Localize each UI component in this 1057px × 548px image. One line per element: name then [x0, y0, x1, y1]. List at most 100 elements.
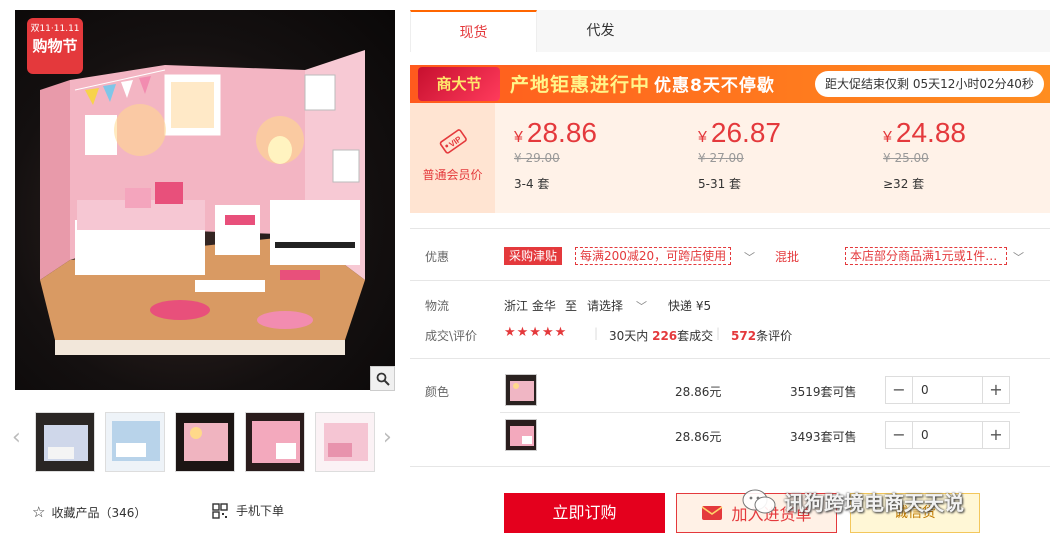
tier-original-price: ¥ 29.00: [514, 151, 560, 165]
deals-label: 成交\评价: [425, 329, 478, 343]
zoom-button[interactable]: [370, 366, 395, 391]
favorite-product[interactable]: ☆ 收藏产品（346）: [32, 503, 146, 521]
store-discount-coupon[interactable]: 本店部分商品满1元或1件…: [845, 247, 1007, 265]
tier-original-price: ¥ 25.00: [883, 151, 929, 165]
review-count[interactable]: 572条评价: [731, 327, 792, 344]
express-fee: 快递 ¥5: [668, 299, 712, 313]
tier-price: 28.86: [526, 117, 597, 148]
increment-button[interactable]: +: [983, 422, 1009, 448]
tier-original-price: ¥ 27.00: [698, 151, 744, 165]
sales-prefix: 30天内: [609, 329, 649, 343]
sku-price: 28.86元: [675, 430, 722, 444]
badge-top-text: 双11·11.11: [30, 24, 80, 34]
thumbnail-image: [36, 413, 94, 471]
supply-tabs: 现货 代发: [410, 10, 1050, 52]
reviews-number: 572: [731, 329, 757, 343]
purchase-subsidy-tag[interactable]: 采购津贴: [504, 247, 563, 265]
tier-quantity: 3-4 套: [514, 177, 550, 191]
reviews-suffix: 条评价: [756, 329, 793, 343]
magnifier-icon: [376, 372, 390, 386]
chevron-down-icon[interactable]: ﹀: [636, 298, 647, 314]
thumbnail-4[interactable]: [245, 412, 305, 472]
monthly-sales: 30天内 226套成交: [609, 327, 713, 344]
thumbnail-1[interactable]: [35, 412, 95, 472]
thumbnail-5[interactable]: [315, 412, 375, 472]
sales-count: 226: [652, 329, 678, 343]
divider: [410, 466, 1050, 467]
thumbnail-image: [106, 413, 164, 471]
decrement-button[interactable]: −: [886, 377, 912, 403]
quantity-stepper[interactable]: − 0 +: [885, 421, 1010, 449]
promo-headline: 产地钜惠进行中 优惠8天不停歇: [510, 70, 775, 97]
currency-symbol: ¥: [883, 129, 892, 146]
divider: [500, 412, 1020, 413]
thumbnail-image: [316, 413, 374, 471]
decrement-button[interactable]: −: [886, 422, 912, 448]
promo-headline-text: 产地钜惠进行中: [510, 74, 651, 96]
price-tier-3: ¥24.88 ¥ 25.00 ≥32 套: [883, 117, 966, 192]
logistics-label: 物流: [425, 299, 450, 313]
thumbnail-2[interactable]: [105, 412, 165, 472]
sku-image: [506, 420, 536, 450]
promo-banner: 商大节 产地钜惠进行中 优惠8天不停歇 距大促结束仅剩 05天12小时02分40秒: [410, 65, 1050, 103]
thumbnail-image: [176, 413, 234, 471]
currency-symbol: ¥: [514, 129, 523, 146]
separator: |: [716, 326, 721, 340]
member-price-label: 普通会员价: [422, 168, 483, 182]
badge-main-text: 购物节: [32, 36, 78, 55]
favorite-label: 收藏产品（346）: [51, 505, 147, 520]
tab-dropship-label: 代发: [586, 23, 615, 39]
mobile-order[interactable]: 手机下单: [212, 502, 284, 519]
ship-to-word: 至: [565, 299, 578, 313]
currency-symbol: ¥: [698, 129, 707, 146]
color-label: 颜色: [425, 385, 450, 399]
price-tier-2: ¥26.87 ¥ 27.00 5-31 套: [698, 117, 781, 192]
sku-stock: 3519套可售: [790, 385, 857, 399]
watermark-text: 讯狗跨境电商天天说: [784, 491, 964, 515]
tab-dropship[interactable]: 代发: [537, 10, 664, 52]
chevron-down-icon[interactable]: ﹀: [1013, 249, 1024, 265]
thumbnail-image: [246, 413, 304, 471]
buy-now-button[interactable]: 立即订购: [504, 493, 665, 533]
wechat-icon: [742, 489, 776, 513]
tier-quantity: ≥32 套: [883, 177, 925, 191]
price-panel: VIP 普通会员价 ¥28.86 ¥ 29.00 3-4 套 ¥26.87 ¥ …: [410, 103, 1050, 213]
sku-stock: 3493套可售: [790, 430, 857, 444]
chevron-down-icon[interactable]: ﹀: [744, 249, 755, 265]
qr-code-icon: [212, 502, 228, 519]
sku-thumbnail-1[interactable]: [505, 374, 537, 406]
sales-suffix: 套成交: [677, 329, 714, 343]
quantity-input[interactable]: 0: [912, 377, 983, 403]
offers-label: 优惠: [425, 250, 450, 264]
separator: |: [594, 326, 599, 340]
watermark: 讯狗跨境电商天天说: [742, 487, 964, 516]
tier-price: 26.87: [710, 117, 781, 148]
star-outline-icon: ☆: [32, 503, 46, 521]
mobile-order-label: 手机下单: [236, 504, 285, 518]
divider: [410, 228, 1050, 229]
cross-store-coupon[interactable]: 每满200减20，可跨店使用: [575, 247, 731, 265]
sku-price: 28.86元: [675, 385, 722, 399]
sku-thumbnail-2[interactable]: [505, 419, 537, 451]
quantity-input[interactable]: 0: [912, 422, 983, 448]
ship-from: 浙江 金华: [504, 299, 556, 313]
main-product-image[interactable]: 双11·11.11 购物节: [15, 10, 395, 390]
increment-button[interactable]: +: [983, 377, 1009, 403]
thumbs-next-arrow[interactable]: ›: [383, 425, 392, 450]
cart-envelope-icon: [702, 506, 723, 520]
thumbnail-3[interactable]: [175, 412, 235, 472]
vip-tag-icon: VIP: [439, 129, 467, 154]
tab-in-stock[interactable]: 现货: [410, 10, 537, 52]
tab-in-stock-label: 现货: [459, 25, 488, 41]
mixed-batch-label: 混批: [775, 250, 800, 264]
festival-badge: 双11·11.11 购物节: [27, 18, 83, 74]
promo-logo: 商大节: [418, 67, 500, 101]
promo-countdown: 距大促结束仅剩 05天12小时02分40秒: [815, 71, 1044, 97]
ship-to-select[interactable]: 请选择: [587, 297, 623, 314]
thumbs-prev-arrow[interactable]: ‹: [12, 425, 21, 450]
divider: [410, 280, 1050, 281]
quantity-stepper[interactable]: − 0 +: [885, 376, 1010, 404]
price-tier-1: ¥28.86 ¥ 29.00 3-4 套: [514, 117, 597, 192]
divider: [410, 358, 1050, 359]
tier-quantity: 5-31 套: [698, 177, 742, 191]
